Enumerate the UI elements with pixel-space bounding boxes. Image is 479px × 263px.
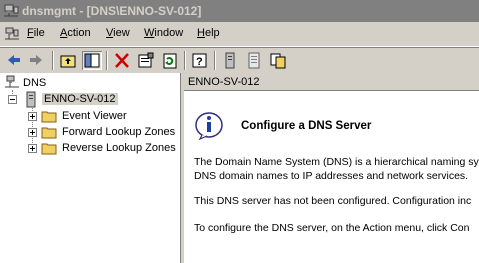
folder-icon xyxy=(41,127,57,139)
window-title: dnsmgmt - [DNS\ENNO-SV-012] xyxy=(22,4,202,18)
expand-icon[interactable] xyxy=(28,128,37,137)
expand-icon[interactable] xyxy=(28,112,37,121)
tree-item-reverse-lookup-zones[interactable]: Reverse Lookup Zones xyxy=(0,141,180,157)
properties-button[interactable] xyxy=(136,51,156,70)
tree-label-server: ENNO-SV-012 xyxy=(42,93,118,105)
menu-bar: File Action View Window Help xyxy=(0,22,479,47)
folder-icon xyxy=(41,143,57,155)
dns-root-icon xyxy=(5,75,19,88)
document-button[interactable] xyxy=(244,51,264,70)
menu-view[interactable]: View xyxy=(106,27,130,39)
toolbar-separator xyxy=(214,51,216,70)
tree-item-dns[interactable]: DNS xyxy=(0,75,180,92)
tree-item-forward-lookup-zones[interactable]: Forward Lookup Zones xyxy=(0,125,180,141)
description-line-1: The Domain Name System (DNS) is a hierar… xyxy=(194,156,479,168)
tree-label-reverse-lookup-zones: Reverse Lookup Zones xyxy=(62,142,176,154)
forward-icon xyxy=(30,55,42,65)
toolbar-separator xyxy=(106,51,108,70)
menu-action[interactable]: Action xyxy=(60,27,91,39)
info-icon xyxy=(195,112,223,140)
menu-window[interactable]: Window xyxy=(144,27,183,39)
forward-button[interactable] xyxy=(26,51,46,70)
properties-icon xyxy=(138,52,154,68)
menu-file[interactable]: File xyxy=(27,27,45,39)
toolbar: ? xyxy=(0,47,479,73)
collapse-icon[interactable] xyxy=(8,95,17,104)
help-icon: ? xyxy=(192,53,207,68)
tree-item-server[interactable]: ENNO-SV-012 xyxy=(0,91,180,108)
delete-button[interactable] xyxy=(112,51,132,70)
back-button[interactable] xyxy=(4,51,24,70)
configure-instructions: To configure the DNS server, on the Acti… xyxy=(194,222,470,234)
toolbar-separator xyxy=(52,51,54,70)
server-icon xyxy=(225,52,235,69)
mmc-system-menu-icon[interactable] xyxy=(4,27,20,43)
configure-dns-title: Configure a DNS Server xyxy=(241,120,372,132)
tree-label-event-viewer: Event Viewer xyxy=(62,110,127,122)
show-hide-console-tree-icon xyxy=(84,53,100,68)
refresh-button[interactable] xyxy=(160,51,180,70)
description-line-2: DNS domain names to IP addresses and net… xyxy=(194,170,469,182)
zones-button[interactable] xyxy=(268,51,288,70)
up-one-level-icon xyxy=(60,55,76,68)
up-one-level-button[interactable] xyxy=(58,51,78,70)
not-configured-text: This DNS server has not been configured.… xyxy=(194,195,472,207)
zones-icon xyxy=(270,53,286,69)
dns-app-icon xyxy=(4,4,19,17)
result-pane-title: ENNO-SV-012 xyxy=(188,76,260,88)
delete-icon xyxy=(115,53,129,68)
refresh-icon xyxy=(163,53,177,69)
server-button[interactable] xyxy=(220,51,240,70)
help-button[interactable]: ? xyxy=(190,51,210,70)
menu-help[interactable]: Help xyxy=(197,27,220,39)
tree-label-dns: DNS xyxy=(23,77,47,89)
show-hide-console-tree-button[interactable] xyxy=(82,51,102,70)
server-icon xyxy=(26,91,36,108)
tree-item-event-viewer[interactable]: Event Viewer xyxy=(0,109,180,125)
toolbar-separator xyxy=(184,51,186,70)
svg-text:?: ? xyxy=(196,56,203,68)
folder-icon xyxy=(41,111,57,123)
expand-icon[interactable] xyxy=(28,144,37,153)
document-icon xyxy=(248,52,260,69)
back-icon xyxy=(8,55,20,65)
console-tree[interactable]: DNS ENNO-SV-012 Event Viewer Forward Loo… xyxy=(0,73,182,263)
title-bar[interactable]: dnsmgmt - [DNS\ENNO-SV-012] xyxy=(0,0,479,22)
result-pane[interactable]: Configure a DNS Server The Domain Name S… xyxy=(184,91,479,263)
result-pane-header: ENNO-SV-012 xyxy=(184,73,479,91)
tree-label-forward-lookup-zones: Forward Lookup Zones xyxy=(62,126,176,138)
